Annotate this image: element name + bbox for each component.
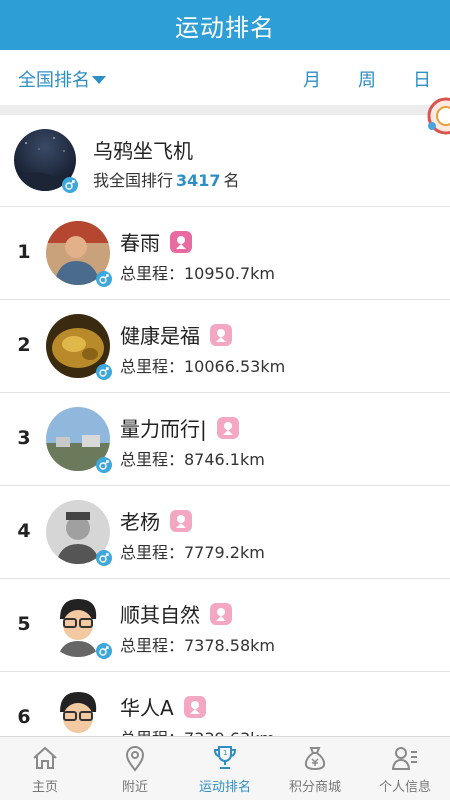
- rank-number: 1: [17, 241, 31, 263]
- user-name: 春雨: [120, 227, 192, 256]
- ranking-row[interactable]: 4 老杨 总里程：7779.2km: [0, 486, 450, 579]
- male-gender-icon: [96, 457, 112, 473]
- tab-ranking[interactable]: 1 运动排名: [180, 737, 270, 800]
- tab-home[interactable]: 主页: [0, 737, 90, 800]
- rank-number: 5: [17, 613, 31, 635]
- total-distance: 总里程：8746.1km: [120, 450, 265, 469]
- user-name: 顺其自然: [120, 599, 232, 628]
- total-distance: 总里程：10066.53km: [120, 357, 286, 376]
- avatar: [46, 407, 112, 473]
- my-rank-value: 3417: [176, 171, 221, 190]
- male-gender-icon: [96, 271, 112, 287]
- level-medal-icon: [170, 509, 192, 532]
- male-gender-icon: [96, 550, 112, 566]
- user-name-label: 量力而行|: [120, 417, 207, 441]
- level-medal-icon: [216, 416, 239, 439]
- filter-bar: 全国排名 月 周 日: [0, 50, 450, 105]
- my-rank-suffix: 名: [223, 171, 240, 190]
- section-divider: [0, 105, 450, 115]
- avatar: [46, 500, 112, 566]
- level-medal-icon: [170, 230, 192, 253]
- user-name-label: 华人A: [120, 696, 174, 720]
- tab-nearby-label: 附近: [121, 780, 148, 795]
- avatar: [14, 129, 78, 193]
- level-medal-icon: [210, 323, 232, 346]
- male-gender-icon: [96, 643, 112, 659]
- user-name-label: 顺其自然: [120, 603, 200, 627]
- tab-ranking-label: 运动排名: [198, 780, 251, 795]
- user-name-label: 健康是福: [120, 324, 200, 348]
- tab-profile[interactable]: 个人信息: [360, 737, 450, 800]
- period-week-button[interactable]: 周: [358, 66, 376, 92]
- rank-number: 3: [17, 427, 31, 449]
- male-gender-icon: [96, 364, 112, 380]
- home-icon: [33, 746, 57, 769]
- user-name-label: 老杨: [120, 510, 160, 534]
- rank-number: 4: [17, 520, 31, 542]
- bottom-tab-bar: 主页 附近 1 运动排名 积分商城 个人信息: [0, 736, 450, 800]
- user-name: 健康是福: [120, 320, 232, 349]
- tab-mall[interactable]: 积分商城: [270, 737, 360, 800]
- period-month-button[interactable]: 月: [303, 66, 321, 92]
- avatar: [46, 593, 112, 659]
- my-rank-card[interactable]: 乌鸦坐飞机 我全国排行 3417 名: [0, 115, 450, 207]
- trophy-icon: 1: [213, 746, 237, 769]
- period-day-button[interactable]: 日: [413, 66, 431, 92]
- tab-nearby[interactable]: 附近: [90, 737, 180, 800]
- floating-reward-icon[interactable]: [424, 92, 450, 140]
- scope-label: 全国排名: [18, 70, 90, 91]
- ranking-row[interactable]: 2 健康是福 总里程：10066.53km: [0, 300, 450, 393]
- svg-text:1: 1: [223, 749, 227, 757]
- user-name: 老杨: [120, 506, 192, 535]
- level-medal-icon: [183, 695, 206, 718]
- male-gender-icon: [62, 177, 78, 193]
- tab-profile-label: 个人信息: [378, 780, 431, 795]
- app-header: 运动排名: [0, 0, 450, 50]
- page-title: 运动排名: [175, 13, 275, 42]
- money-bag-icon: [304, 747, 326, 771]
- tab-mall-label: 积分商城: [288, 780, 341, 795]
- my-username: 乌鸦坐飞机: [93, 139, 193, 163]
- scope-dropdown[interactable]: 全国排名: [18, 66, 106, 92]
- level-medal-icon: [210, 602, 232, 625]
- rank-number: 2: [17, 334, 31, 356]
- caret-down-icon: [92, 76, 106, 84]
- total-distance: 总里程：7779.2km: [120, 543, 265, 562]
- rank-number: 6: [17, 706, 31, 728]
- tab-home-label: 主页: [31, 780, 58, 795]
- avatar: [46, 221, 112, 287]
- my-rank-prefix: 我全国排行: [93, 171, 174, 190]
- location-pin-icon: [125, 746, 145, 772]
- total-distance: 总里程：7378.58km: [120, 636, 276, 655]
- ranking-row[interactable]: 3 量力而行| 总里程：8746.1km: [0, 393, 450, 486]
- user-profile-icon: [391, 747, 417, 770]
- avatar: [46, 314, 112, 380]
- ranking-row[interactable]: 1 春雨 总里程：10950.7km: [0, 207, 450, 300]
- user-name: 量力而行|: [120, 413, 239, 442]
- my-rank-text: 我全国排行 3417 名: [93, 167, 240, 191]
- user-name-label: 春雨: [120, 231, 160, 255]
- total-distance: 总里程：10950.7km: [120, 264, 276, 283]
- user-name: 华人A: [120, 692, 206, 721]
- ranking-row[interactable]: 5 顺其自然 总里程：7378.58km: [0, 579, 450, 672]
